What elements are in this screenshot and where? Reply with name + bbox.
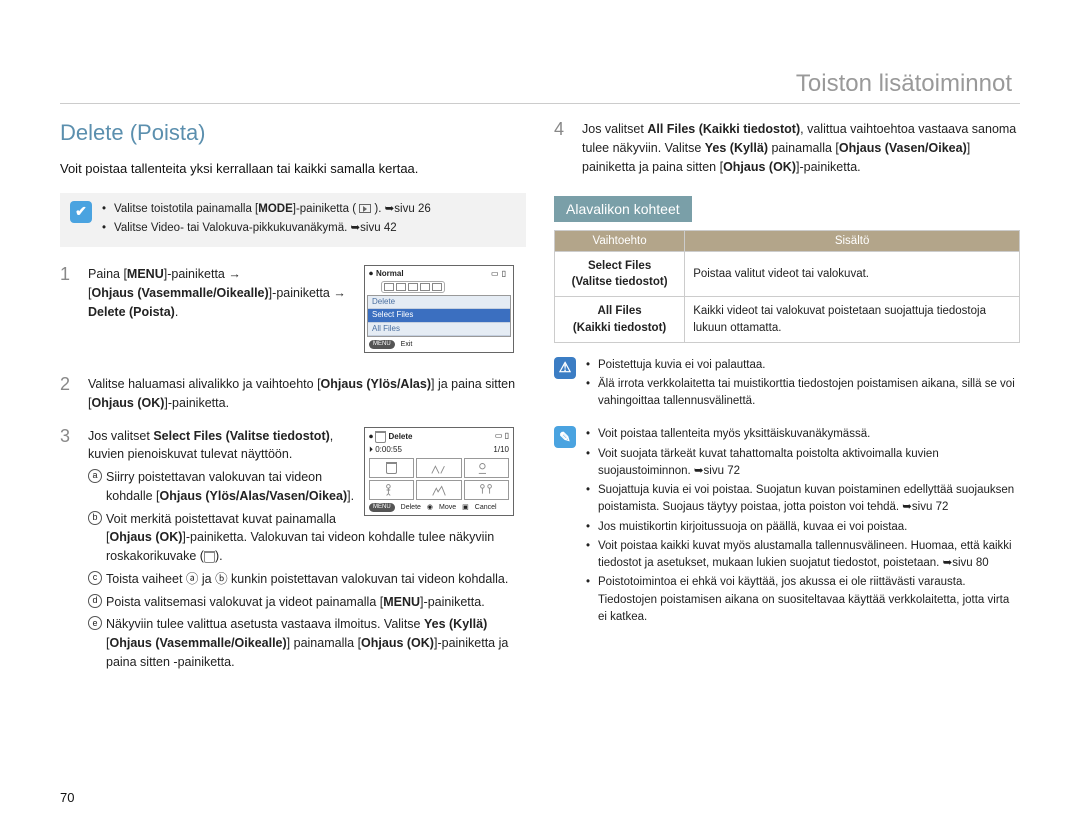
menu-item-select-files: Select Files bbox=[368, 309, 510, 322]
note-line: Voit poistaa tallenteita myös yksittäisk… bbox=[586, 426, 1020, 443]
warn-line: Älä irrota verkkolaitetta tai muistikort… bbox=[586, 376, 1020, 411]
table-header: Sisältö bbox=[685, 231, 1020, 252]
warning-icon: ⚠ bbox=[554, 357, 576, 379]
trash-icon bbox=[375, 431, 386, 443]
lcd-screenshot-menu: ⏺ Normal ▭ ▯ Delete Select bbox=[364, 265, 514, 353]
intro-text: Voit poistaa tallenteita yksi kerrallaan… bbox=[60, 160, 526, 179]
tip-line: Valitse Video- tai Valokuva-pikkukuvanäk… bbox=[102, 220, 431, 237]
step-body: Valitse haluamasi alivalikko ja vaihtoeh… bbox=[88, 375, 526, 413]
note-block: ✎ Voit poistaa tallenteita myös yksittäi… bbox=[554, 426, 1020, 628]
note-line: Voit poistaa kaikki kuvat myös alustamal… bbox=[586, 538, 1020, 573]
step-body: ⏺ Delete ▭ ▯ ⏵ 0:00:551/10 bbox=[88, 427, 514, 672]
step-number: 3 bbox=[60, 427, 76, 672]
step-number: 2 bbox=[60, 375, 76, 413]
options-table: Vaihtoehto Sisältö Select Files(Valitse … bbox=[554, 230, 1020, 342]
check-icon: ✔ bbox=[70, 201, 92, 223]
menu-item-delete: Delete bbox=[368, 296, 510, 309]
header-divider bbox=[60, 103, 1020, 104]
substep-c-icon: c bbox=[88, 571, 102, 585]
sd-icon: ▭ bbox=[491, 269, 499, 279]
note-line: Poistotoimintoa ei ehkä voi käyttää, jos… bbox=[586, 574, 1020, 626]
subsection-label: Alavalikon kohteet bbox=[554, 196, 692, 222]
substep-d-icon: d bbox=[88, 594, 102, 608]
table-header: Vaihtoehto bbox=[555, 231, 685, 252]
warning-block: ⚠ Poistettuja kuvia ei voi palauttaa. Äl… bbox=[554, 357, 1020, 413]
tip-line: Valitse toistotila painamalla [MODE]-pai… bbox=[102, 201, 431, 218]
step-body: ⏺ Normal ▭ ▯ Delete Select bbox=[88, 265, 514, 361]
step-body: Jos valitset All Files (Kaikki tiedostot… bbox=[582, 120, 1020, 176]
note-line: Suojattuja kuvia ei voi poistaa. Suojatu… bbox=[586, 482, 1020, 517]
step-number: 1 bbox=[60, 265, 76, 361]
chapter-title: Toiston lisätoiminnot bbox=[796, 70, 1012, 98]
menu-item-all-files: All Files bbox=[368, 323, 510, 336]
page-number: 70 bbox=[60, 790, 74, 805]
warn-line: Poistettuja kuvia ei voi palauttaa. bbox=[586, 357, 1020, 374]
trash-icon bbox=[204, 551, 215, 563]
note-line: Jos muistikortin kirjoitussuoja on pääll… bbox=[586, 519, 1020, 536]
battery-icon: ▯ bbox=[502, 269, 506, 279]
substep-e-icon: e bbox=[88, 616, 102, 630]
note-line: Voit suojata tärkeät kuvat tahattomalta … bbox=[586, 446, 1020, 481]
thumb-view-icon bbox=[384, 283, 394, 291]
tip-box: ✔ Valitse toistotila painamalla [MODE]-p… bbox=[60, 193, 526, 248]
playback-mode-icon bbox=[359, 204, 371, 213]
menu-pill: MENU bbox=[369, 340, 395, 349]
table-row: Select Files(Valitse tiedostot) Poistaa … bbox=[555, 252, 1020, 297]
table-row: All Files(Kaikki tiedostot) Kaikki video… bbox=[555, 297, 1020, 342]
substep-b-icon: b bbox=[88, 511, 102, 525]
step-number: 4 bbox=[554, 120, 570, 176]
rec-icon: ⏺ bbox=[369, 269, 373, 279]
section-heading: Delete (Poista) bbox=[60, 120, 526, 146]
info-icon: ✎ bbox=[554, 426, 576, 448]
sd-icon: ▭ ▯ bbox=[495, 431, 509, 441]
substep-a-icon: a bbox=[88, 469, 102, 483]
